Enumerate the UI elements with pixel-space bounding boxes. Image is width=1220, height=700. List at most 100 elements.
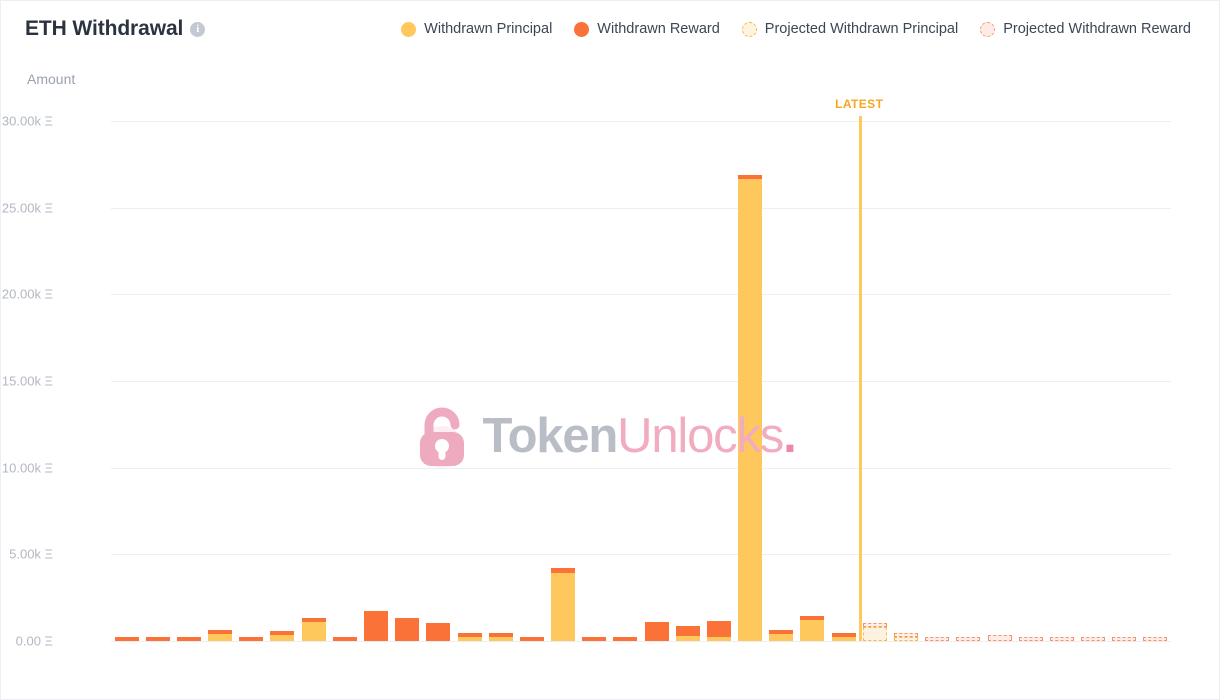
- bar-group[interactable]: [987, 635, 1012, 641]
- chart-header: ETH Withdrawal i Withdrawn Principal With…: [1, 9, 1219, 49]
- bar-segment-reward: [613, 637, 638, 641]
- bar-segment-reward: [769, 630, 794, 635]
- bar-segment-principal: [457, 637, 482, 641]
- bar-group[interactable]: [1018, 637, 1043, 641]
- bar-segment-reward: [395, 618, 420, 641]
- bar-group[interactable]: [1112, 637, 1137, 641]
- bar-group[interactable]: [956, 637, 981, 641]
- page-title: ETH Withdrawal: [25, 17, 184, 40]
- bar-segment-principal: [769, 634, 794, 641]
- bar-group[interactable]: [613, 637, 638, 641]
- bar-segment-p-principal: [862, 627, 887, 641]
- bar-segment-principal: [675, 635, 700, 641]
- gridline: [111, 207, 1171, 209]
- bar-group[interactable]: [364, 610, 388, 641]
- info-icon[interactable]: i: [190, 21, 206, 37]
- bar-segment-principal: [551, 572, 576, 641]
- bar-group[interactable]: [1081, 637, 1106, 641]
- bar-segment-reward: [114, 637, 139, 641]
- bar-group[interactable]: [800, 616, 825, 641]
- bar-group[interactable]: [706, 621, 731, 641]
- bar-segment-p-reward: [1081, 637, 1106, 641]
- bar-group[interactable]: [208, 629, 233, 641]
- y-tick-label: 5.00k Ξ: [9, 546, 53, 562]
- y-axis-title: Amount: [27, 71, 76, 87]
- bar-group[interactable]: [457, 632, 482, 641]
- y-tick-label: 30.00k Ξ: [1, 113, 53, 129]
- gridline: [111, 554, 1171, 556]
- legend-item-dash-reward[interactable]: Projected Withdrawn Reward: [980, 21, 1191, 37]
- bar-segment-principal: [270, 635, 295, 641]
- bar-group[interactable]: [644, 621, 669, 641]
- legend-item-solid-principal[interactable]: Withdrawn Principal: [401, 21, 552, 37]
- bar-segment-reward: [488, 632, 513, 637]
- bar-segment-reward: [582, 637, 607, 641]
- bar-segment-reward: [145, 637, 170, 641]
- bar-segment-reward: [738, 175, 763, 180]
- bar-segment-p-reward: [1049, 637, 1074, 641]
- bar-segment-reward: [706, 621, 731, 637]
- bar-segment-principal: [301, 622, 326, 641]
- bar-group[interactable]: [301, 618, 326, 641]
- bar-segment-p-reward: [925, 637, 950, 641]
- gridline: [111, 641, 1171, 642]
- bar-segment-reward: [301, 618, 326, 623]
- eth-withdrawal-chart-panel: ETH Withdrawal i Withdrawn Principal With…: [0, 0, 1220, 700]
- bar-group[interactable]: [426, 623, 451, 641]
- legend-swatch-icon: [574, 21, 590, 37]
- gridline: [111, 467, 1171, 469]
- bar-group[interactable]: [239, 637, 264, 641]
- bar-group[interactable]: [582, 637, 607, 641]
- bar-group[interactable]: [894, 632, 918, 641]
- bar-segment-reward: [176, 637, 201, 641]
- bar-segment-p-reward: [1018, 637, 1043, 641]
- bar-segment-reward: [208, 629, 233, 634]
- bar-group[interactable]: [114, 637, 139, 641]
- bar-segment-reward: [270, 631, 295, 636]
- bar-group[interactable]: [862, 623, 887, 641]
- bar-segment-p-reward: [1143, 637, 1168, 641]
- bar-segment-principal: [488, 637, 513, 641]
- bar-group[interactable]: [270, 631, 295, 641]
- bar-group[interactable]: [1049, 637, 1074, 641]
- bar-group[interactable]: [332, 637, 357, 641]
- bar-group[interactable]: [738, 175, 763, 641]
- bar-group[interactable]: [551, 568, 576, 641]
- legend-swatch-icon: [401, 21, 417, 37]
- bar-group[interactable]: [925, 637, 950, 641]
- bar-segment-reward: [644, 621, 669, 641]
- legend-item-dash-principal[interactable]: Projected Withdrawn Principal: [741, 21, 958, 37]
- latest-vertical-line: [859, 116, 862, 641]
- legend-item-solid-reward[interactable]: Withdrawn Reward: [574, 21, 720, 37]
- bar-segment-reward: [332, 637, 357, 641]
- bar-segment-principal: [738, 179, 763, 641]
- bar-group[interactable]: [831, 633, 856, 641]
- bar-segment-p-reward: [862, 623, 887, 628]
- chart-legend: Withdrawn Principal Withdrawn Reward Proje…: [401, 9, 1191, 49]
- bar-group[interactable]: [395, 618, 420, 641]
- bar-segment-principal: [706, 637, 731, 641]
- bar-segment-p-principal: [894, 636, 918, 641]
- bar-segment-reward: [519, 637, 544, 641]
- bar-group[interactable]: [675, 626, 700, 641]
- y-tick-label: 15.00k Ξ: [1, 373, 53, 389]
- legend-item-label: Withdrawn Reward: [597, 21, 720, 37]
- bar-segment-p-reward: [894, 632, 918, 637]
- bar-segment-reward: [426, 623, 451, 641]
- bar-segment-principal: [831, 637, 856, 641]
- legend-swatch-icon: [741, 21, 757, 37]
- bar-segment-p-reward: [1112, 637, 1137, 641]
- bar-group[interactable]: [488, 632, 513, 641]
- bar-group[interactable]: [519, 637, 544, 641]
- bar-segment-reward: [551, 568, 576, 573]
- latest-label: LATEST: [835, 97, 884, 111]
- y-tick-label: 25.00k Ξ: [1, 200, 53, 216]
- bar-segment-reward: [364, 610, 388, 641]
- bar-segment-reward: [831, 633, 856, 637]
- bar-group[interactable]: [176, 637, 201, 641]
- gridline: [111, 294, 1171, 296]
- bar-group[interactable]: [145, 637, 170, 641]
- bar-group[interactable]: [1143, 637, 1168, 641]
- gridline: [111, 381, 1171, 382]
- bar-group[interactable]: [769, 630, 794, 641]
